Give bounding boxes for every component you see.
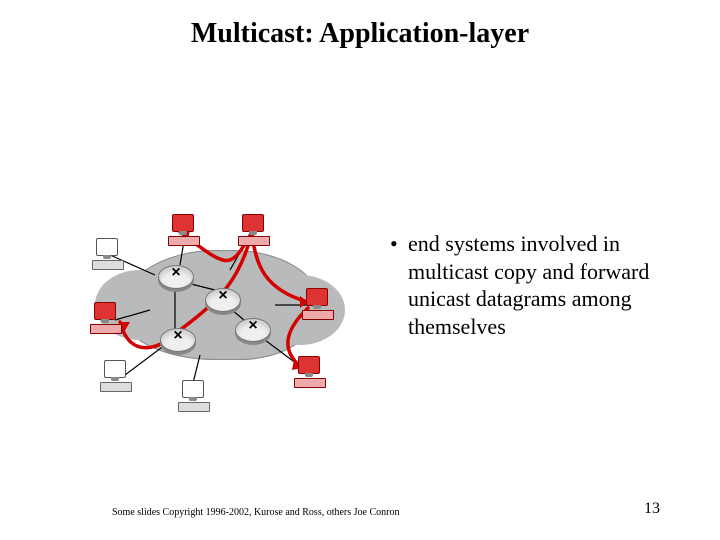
router-icon: × <box>235 318 271 342</box>
computer-icon <box>294 356 328 386</box>
computer-icon <box>168 214 202 244</box>
bullet-list: •end systems involved in multicast copy … <box>390 230 690 340</box>
slide-title: Multicast: Application-layer <box>0 18 720 50</box>
computer-icon <box>178 380 212 410</box>
network-diagram: × × × × <box>80 210 360 410</box>
computer-icon <box>238 214 272 244</box>
bullet-text: end systems involved in multicast copy a… <box>408 230 678 340</box>
router-icon: × <box>205 288 241 312</box>
page-number: 13 <box>644 500 660 518</box>
slide: Multicast: Application-layer <box>0 0 720 540</box>
computer-icon <box>90 302 124 332</box>
footer-copyright: Some slides Copyright 1996-2002, Kurose … <box>112 507 400 518</box>
computer-icon <box>92 238 126 268</box>
bullet-marker: • <box>390 230 408 258</box>
computer-icon <box>302 288 336 318</box>
computer-icon <box>100 360 134 390</box>
router-icon: × <box>158 265 194 289</box>
router-icon: × <box>160 328 196 352</box>
